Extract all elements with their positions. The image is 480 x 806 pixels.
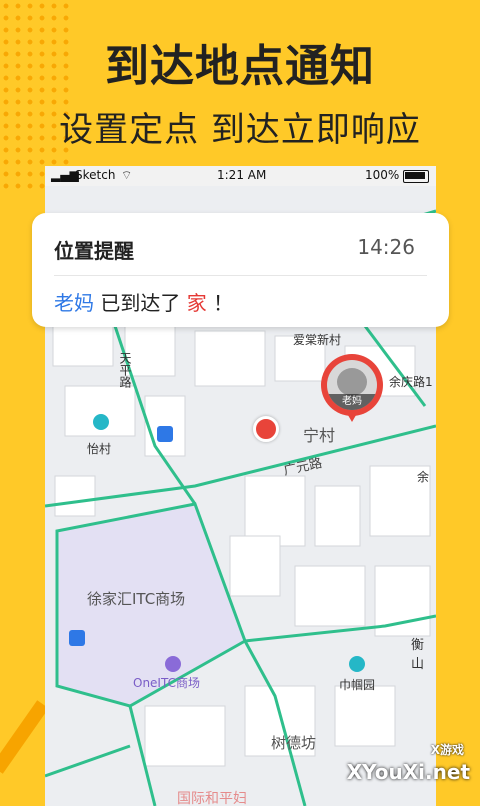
map-label-hengshan: 衡山 bbox=[411, 638, 425, 672]
map-label-oneitc: OneITC商场 bbox=[133, 676, 200, 690]
notification-action: 已到达了 bbox=[100, 291, 181, 315]
wifi-icon: ⌔ bbox=[121, 168, 133, 182]
bus-stop-icon[interactable] bbox=[69, 630, 85, 646]
map-label-yu: 余 bbox=[417, 470, 430, 484]
bus-stop-icon[interactable] bbox=[157, 426, 173, 442]
promo-subtitle: 设置定点 到达立即响应 bbox=[59, 110, 421, 150]
avatar: 老妈 bbox=[327, 360, 377, 410]
map-label-shudefang: 树德坊 bbox=[271, 734, 317, 752]
notification-title: 位置提醒 bbox=[54, 239, 134, 263]
status-bar: ▂▄▆ Sketch ⌔ 1:21 AM 100% bbox=[45, 166, 436, 186]
location-notification[interactable]: 位置提醒 14:26 老妈 已到达了 家 ！ bbox=[32, 213, 449, 327]
location-marker[interactable] bbox=[253, 416, 279, 442]
map-label-yicun: 怡村 bbox=[87, 442, 112, 456]
decorative-dot-pattern bbox=[0, 0, 70, 190]
promo-title: 到达地点通知 bbox=[105, 41, 375, 92]
battery-percent: 100% bbox=[365, 168, 400, 182]
notification-place: 家 bbox=[186, 291, 207, 315]
notification-message: 老妈 已到达了 家 ！ bbox=[54, 287, 233, 316]
map-label-bottom: 国际和平妇 bbox=[177, 791, 247, 806]
battery-icon bbox=[403, 170, 429, 183]
poi-icon[interactable] bbox=[93, 414, 109, 430]
notification-person: 老妈 bbox=[54, 291, 94, 315]
carrier-label: Sketch bbox=[75, 168, 116, 182]
map-label-jinguoyuan: 巾帼园 bbox=[339, 678, 376, 692]
poi-icon[interactable] bbox=[349, 656, 365, 672]
shop-icon[interactable] bbox=[165, 656, 181, 672]
notification-divider bbox=[54, 275, 427, 276]
watermark-small: X游戏 bbox=[430, 743, 464, 757]
map-label-yuqing-road: 余庆路1 bbox=[389, 375, 433, 389]
pin-tail bbox=[345, 410, 359, 422]
status-time: 1:21 AM bbox=[217, 168, 267, 182]
map-label-tianping-road: 天平路 bbox=[118, 352, 132, 388]
decorative-stripe bbox=[0, 700, 49, 774]
avatar-label: 老妈 bbox=[327, 394, 377, 410]
avatar-pin[interactable]: 老妈 bbox=[321, 354, 383, 422]
notification-time: 14:26 bbox=[357, 235, 415, 259]
watermark-logo-text: XYouXi.net bbox=[346, 760, 470, 784]
map-label-ningcun: 宁村 bbox=[303, 426, 336, 445]
notification-end: ！ bbox=[213, 291, 234, 315]
map-label-itc: 徐家汇ITC商场 bbox=[87, 590, 186, 608]
map-label-community: 爱棠新村 bbox=[293, 333, 342, 347]
